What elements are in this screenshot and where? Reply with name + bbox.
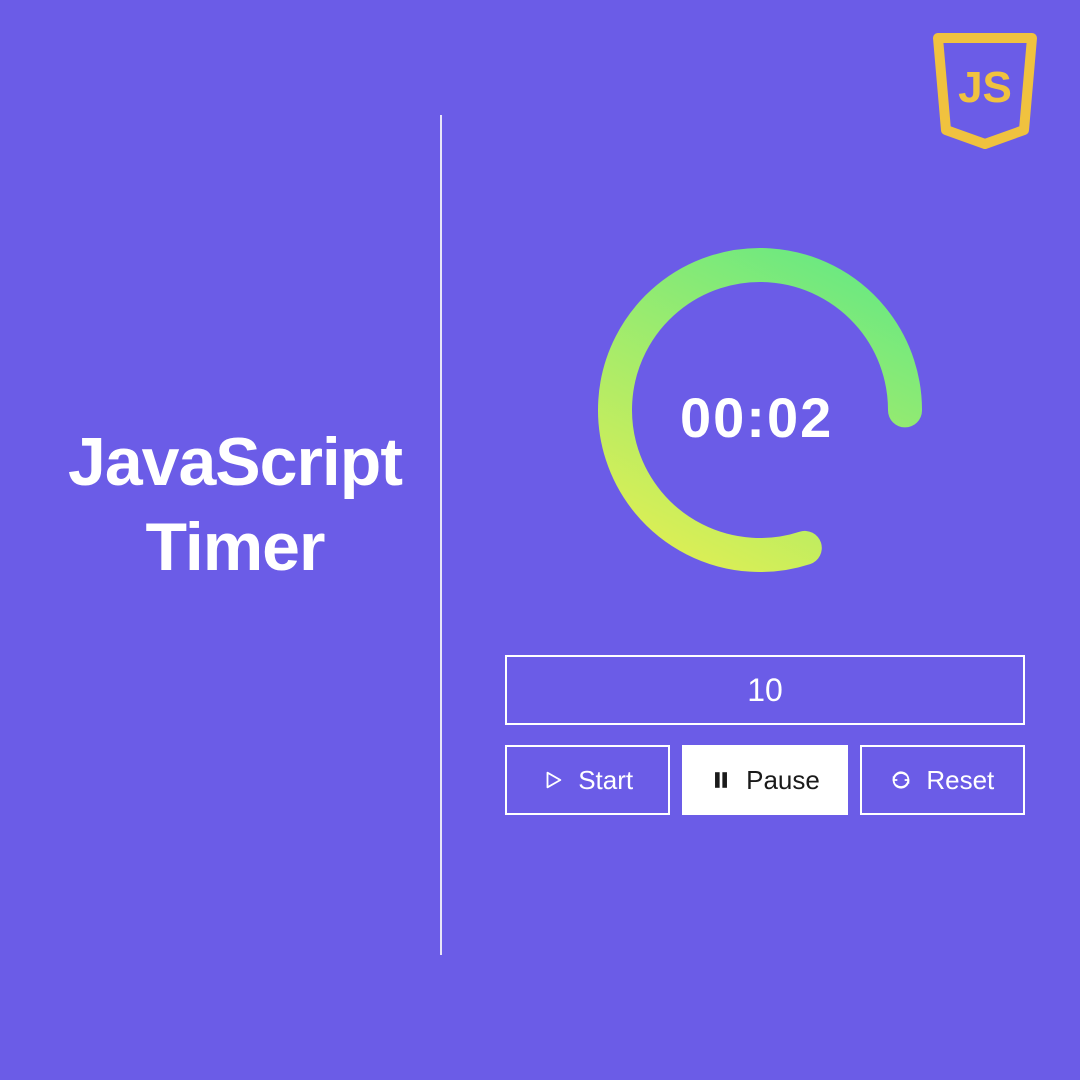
pause-label: Pause xyxy=(746,765,820,796)
title-line2: Timer xyxy=(146,509,325,585)
reset-button[interactable]: Reset xyxy=(860,745,1025,815)
timer-display: 00:02 xyxy=(680,385,833,450)
start-label: Start xyxy=(578,765,633,796)
vertical-divider xyxy=(440,115,442,955)
play-icon xyxy=(542,769,564,791)
reset-icon xyxy=(890,769,912,791)
pause-button[interactable]: Pause xyxy=(682,745,847,815)
start-button[interactable]: Start xyxy=(505,745,670,815)
duration-value: 10 xyxy=(747,672,783,709)
page-title: JavaScript Timer xyxy=(45,420,425,590)
reset-label: Reset xyxy=(926,765,994,796)
svg-text:JS: JS xyxy=(958,63,1012,112)
title-line1: JavaScript xyxy=(68,424,402,500)
duration-input[interactable]: 10 xyxy=(505,655,1025,725)
pause-icon xyxy=(710,769,732,791)
button-row: Start Pause Reset xyxy=(505,745,1025,815)
js-logo-icon: JS xyxy=(930,30,1040,150)
